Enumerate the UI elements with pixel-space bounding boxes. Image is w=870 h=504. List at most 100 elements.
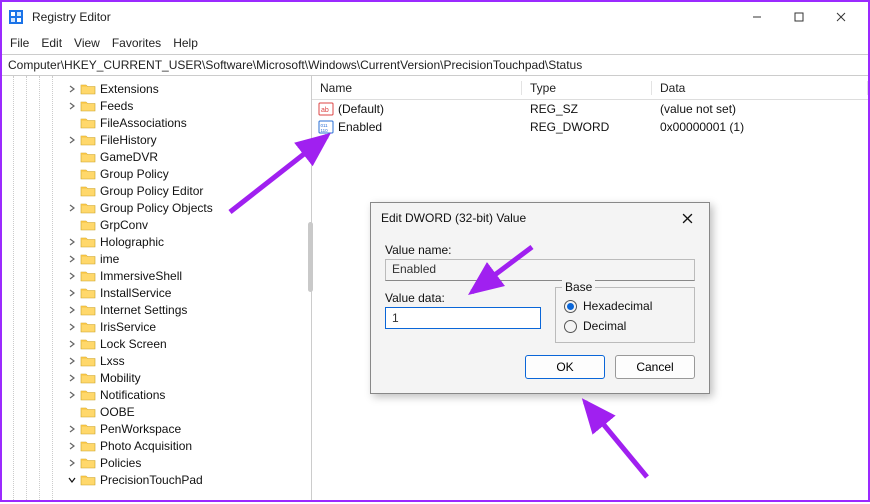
tree-item[interactable]: InstallService: [4, 284, 309, 301]
menu-help[interactable]: Help: [173, 36, 198, 50]
tree-item[interactable]: Photo Acquisition: [4, 437, 309, 454]
tree-item[interactable]: PenWorkspace: [4, 420, 309, 437]
chevron-none[interactable]: [66, 219, 78, 231]
tree-item-label: Group Policy Objects: [100, 201, 213, 215]
folder-icon: [80, 269, 96, 283]
col-header-data[interactable]: Data: [652, 81, 868, 95]
col-header-name[interactable]: Name: [312, 81, 522, 95]
tree-panel[interactable]: ExtensionsFeedsFileAssociationsFileHisto…: [2, 76, 312, 500]
menu-edit[interactable]: Edit: [41, 36, 62, 50]
tree-item[interactable]: IrisService: [4, 318, 309, 335]
maximize-button[interactable]: [778, 3, 820, 31]
chevron-right-icon[interactable]: [66, 134, 78, 146]
cell-data: (value not set): [652, 102, 868, 116]
tree-item[interactable]: Lock Screen: [4, 335, 309, 352]
menu-favorites[interactable]: Favorites: [112, 36, 161, 50]
chevron-down-icon[interactable]: [66, 474, 78, 486]
chevron-right-icon[interactable]: [66, 253, 78, 265]
base-legend: Base: [562, 280, 595, 294]
chevron-right-icon[interactable]: [66, 440, 78, 452]
dialog-close-button[interactable]: [675, 206, 699, 230]
chevron-right-icon[interactable]: [66, 202, 78, 214]
chevron-right-icon[interactable]: [66, 100, 78, 112]
tree-item[interactable]: Internet Settings: [4, 301, 309, 318]
tree-item[interactable]: ImmersiveShell: [4, 267, 309, 284]
address-text: Computer\HKEY_CURRENT_USER\Software\Micr…: [8, 58, 582, 72]
tree-item[interactable]: Lxss: [4, 352, 309, 369]
chevron-right-icon[interactable]: [66, 287, 78, 299]
chevron-right-icon[interactable]: [66, 372, 78, 384]
value-name-field[interactable]: Enabled: [385, 259, 695, 281]
chevron-right-icon[interactable]: [66, 338, 78, 350]
cell-type: REG_DWORD: [522, 120, 652, 134]
menu-view[interactable]: View: [74, 36, 100, 50]
folder-icon: [80, 337, 96, 351]
cell-name: Enabled: [338, 120, 382, 134]
chevron-right-icon[interactable]: [66, 457, 78, 469]
chevron-none[interactable]: [66, 151, 78, 163]
tree-item[interactable]: Feeds: [4, 97, 309, 114]
tree-item-label: Mobility: [100, 371, 141, 385]
cell-name: (Default): [338, 102, 384, 116]
tree-item-label: Group Policy: [100, 167, 169, 181]
tree-item[interactable]: OOBE: [4, 403, 309, 420]
chevron-none[interactable]: [66, 117, 78, 129]
tree-item[interactable]: Mobility: [4, 369, 309, 386]
tree-item[interactable]: Holographic: [4, 233, 309, 250]
tree-item-label: Lock Screen: [100, 337, 167, 351]
tree-item[interactable]: Group Policy Editor: [4, 182, 309, 199]
radio-dot-icon: [564, 320, 577, 333]
tree-item[interactable]: Policies: [4, 454, 309, 471]
folder-icon: [80, 354, 96, 368]
edit-dword-dialog: Edit DWORD (32-bit) Value Value name: En…: [370, 202, 710, 394]
chevron-none[interactable]: [66, 185, 78, 197]
list-row[interactable]: 011110EnabledREG_DWORD0x00000001 (1): [312, 118, 868, 136]
ok-button[interactable]: OK: [525, 355, 605, 379]
minimize-button[interactable]: [736, 3, 778, 31]
list-row[interactable]: ab(Default)REG_SZ(value not set): [312, 100, 868, 118]
window-title: Registry Editor: [32, 10, 736, 24]
tree-item[interactable]: GameDVR: [4, 148, 309, 165]
chevron-right-icon[interactable]: [66, 355, 78, 367]
list-header: Name Type Data: [312, 76, 868, 100]
address-bar[interactable]: Computer\HKEY_CURRENT_USER\Software\Micr…: [2, 54, 868, 76]
cancel-button[interactable]: Cancel: [615, 355, 695, 379]
col-header-type[interactable]: Type: [522, 81, 652, 95]
tree-item[interactable]: Group Policy Objects: [4, 199, 309, 216]
chevron-right-icon[interactable]: [66, 236, 78, 248]
folder-icon: [80, 167, 96, 181]
tree-item-label: Extensions: [100, 82, 159, 96]
tree-item[interactable]: Extensions: [4, 80, 309, 97]
tree-item[interactable]: FileAssociations: [4, 114, 309, 131]
folder-icon: [80, 320, 96, 334]
chevron-right-icon[interactable]: [66, 321, 78, 333]
tree-item[interactable]: GrpConv: [4, 216, 309, 233]
menu-file[interactable]: File: [10, 36, 29, 50]
chevron-right-icon[interactable]: [66, 270, 78, 282]
folder-icon: [80, 218, 96, 232]
dialog-titlebar[interactable]: Edit DWORD (32-bit) Value: [371, 203, 709, 233]
splitter-grip[interactable]: [308, 222, 313, 292]
tree-item[interactable]: Group Policy: [4, 165, 309, 182]
tree-item-label: InstallService: [100, 286, 171, 300]
chevron-none[interactable]: [66, 168, 78, 180]
tree-item-label: Policies: [100, 456, 141, 470]
chevron-right-icon[interactable]: [66, 423, 78, 435]
close-button[interactable]: [820, 3, 862, 31]
tree-item[interactable]: FileHistory: [4, 131, 309, 148]
chevron-right-icon[interactable]: [66, 83, 78, 95]
chevron-right-icon[interactable]: [66, 304, 78, 316]
chevron-none[interactable]: [66, 406, 78, 418]
tree-item[interactable]: Notifications: [4, 386, 309, 403]
radio-dot-icon: [564, 300, 577, 313]
tree-item-label: Lxss: [100, 354, 125, 368]
radio-decimal[interactable]: Decimal: [564, 316, 686, 336]
tree-item[interactable]: ime: [4, 250, 309, 267]
cell-type: REG_SZ: [522, 102, 652, 116]
value-data-input[interactable]: [385, 307, 541, 329]
radio-hexadecimal[interactable]: Hexadecimal: [564, 296, 686, 316]
tree-item[interactable]: PrecisionTouchPad: [4, 471, 309, 488]
folder-icon: [80, 99, 96, 113]
chevron-right-icon[interactable]: [66, 389, 78, 401]
folder-icon: [80, 405, 96, 419]
